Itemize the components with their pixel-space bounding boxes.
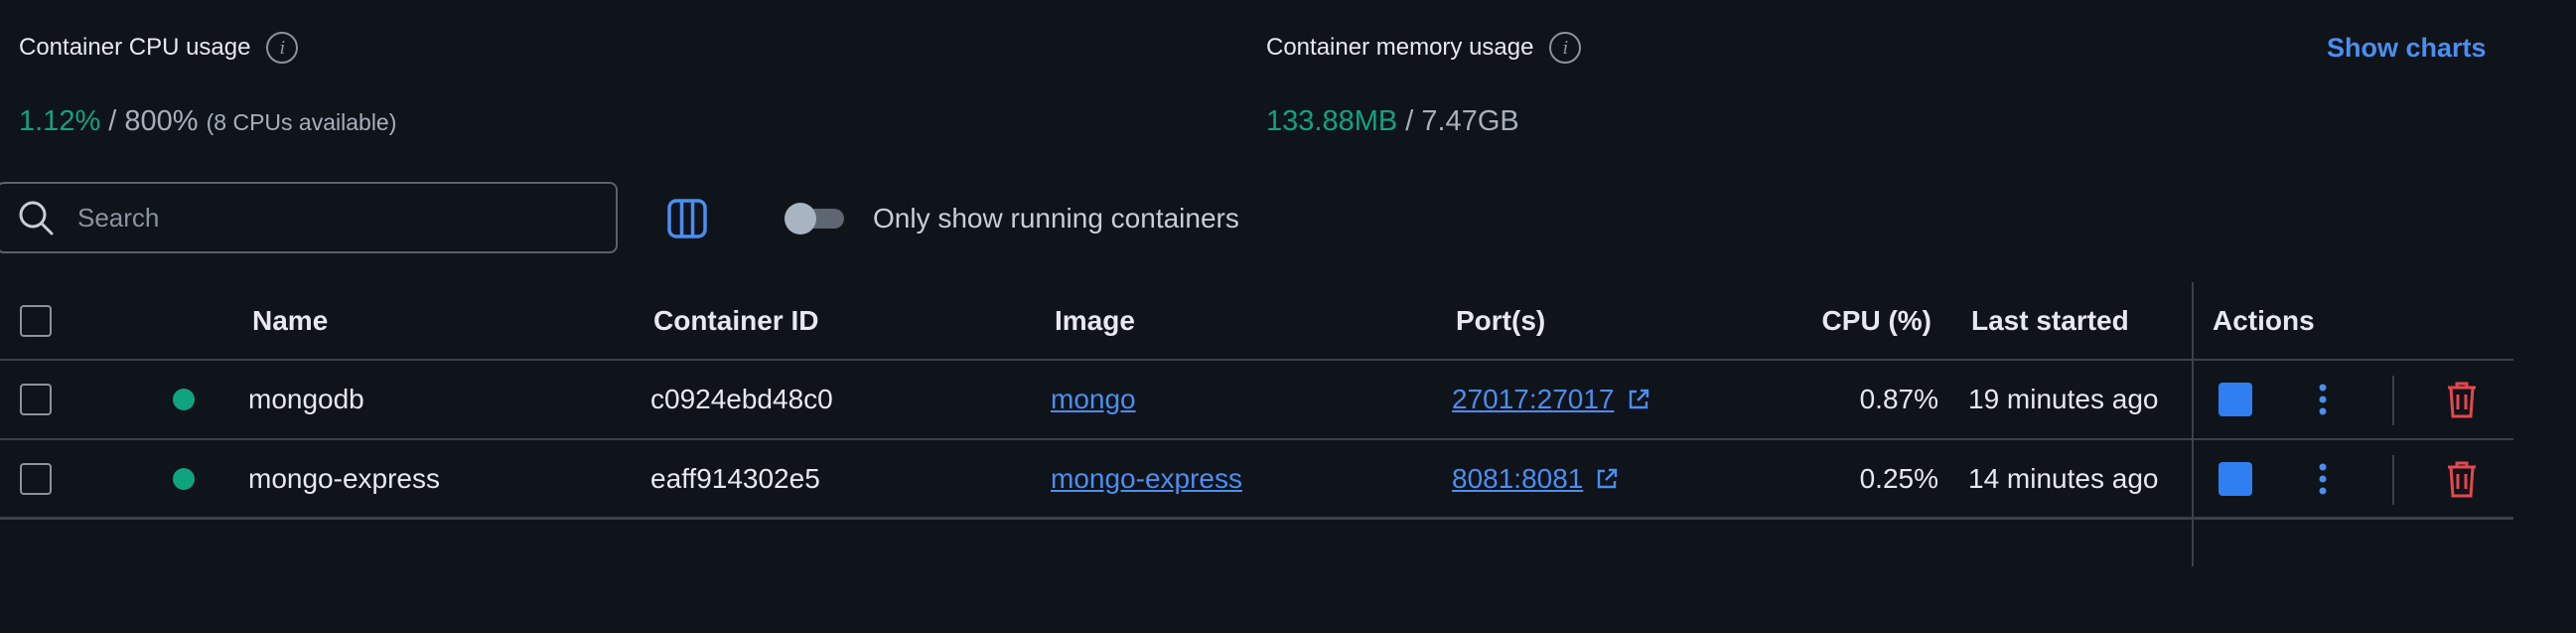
cpu-usage-panel: Container CPU usage i 1.12% / 800% (8 CP… [19, 30, 396, 138]
header-last-started[interactable]: Last started [1971, 282, 2129, 359]
external-link-icon[interactable] [1627, 388, 1650, 411]
kebab-menu-icon[interactable] [2306, 380, 2340, 419]
containers-table: Name Container ID Image Port(s) CPU (%) … [0, 282, 2513, 520]
memory-separator: / [1397, 105, 1422, 137]
actions-column-divider [2192, 282, 2194, 566]
toggle-knob [785, 203, 816, 235]
select-all-checkbox[interactable] [20, 304, 52, 337]
cpu-usage-values: 1.12% / 800% (8 CPUs available) [19, 105, 396, 138]
search-icon [19, 201, 54, 236]
last-started: 14 minutes ago [1968, 462, 2159, 494]
last-started: 19 minutes ago [1968, 384, 2159, 414]
search-input[interactable] [75, 201, 616, 235]
image-link[interactable]: mongo-express [1051, 463, 1242, 495]
cpu-value: 0.25% [1859, 462, 1938, 494]
container-id: c0924ebd48c0 [650, 384, 833, 414]
trash-icon[interactable] [2444, 459, 2480, 499]
memory-usage-title: Container memory usage [1266, 34, 1534, 61]
kebab-menu-icon[interactable] [2306, 459, 2340, 499]
table-row[interactable]: mongo-express eaff914302e5 mongo-express… [0, 440, 2513, 520]
row-checkbox[interactable] [20, 462, 52, 495]
cpu-separator: / [100, 105, 125, 137]
row-checkbox[interactable] [20, 384, 52, 415]
stop-icon[interactable] [2218, 383, 2252, 416]
action-separator [2392, 376, 2394, 425]
table-row[interactable]: mongodb c0924ebd48c0 mongo 27017:27017 0… [0, 361, 2513, 440]
table-header: Name Container ID Image Port(s) CPU (%) … [0, 282, 2513, 361]
trash-icon[interactable] [2444, 380, 2480, 419]
search-box[interactable] [0, 182, 618, 253]
running-status-dot [173, 467, 195, 490]
image-link[interactable]: mongo [1051, 384, 1136, 415]
header-ports[interactable]: Port(s) [1456, 282, 1545, 359]
container-id: eaff914302e5 [650, 462, 820, 494]
external-link-icon[interactable] [1595, 467, 1619, 491]
info-icon[interactable]: i [1549, 32, 1582, 64]
running-toggle[interactable] [785, 203, 844, 235]
containers-page: Container CPU usage i 1.12% / 800% (8 CP… [0, 0, 2576, 633]
running-toggle-label: Only show running containers [873, 203, 1239, 234]
header-image[interactable]: Image [1055, 282, 1135, 359]
port-link[interactable]: 8081:8081 [1452, 463, 1583, 495]
cpu-usage-title: Container CPU usage [19, 34, 251, 61]
columns-icon[interactable] [666, 198, 708, 239]
cpu-used-value: 1.12% [19, 105, 101, 137]
cpu-total-value: 800% [124, 105, 199, 137]
memory-used-value: 133.88MB [1266, 105, 1398, 137]
running-status-dot [173, 389, 195, 410]
info-icon[interactable]: i [266, 32, 299, 64]
header-name[interactable]: Name [252, 282, 328, 359]
stop-icon[interactable] [2218, 461, 2252, 496]
show-charts-button[interactable]: Show charts [2327, 30, 2487, 66]
container-name[interactable]: mongo-express [248, 440, 440, 517]
cpu-value: 0.87% [1859, 384, 1938, 414]
memory-total-value: 7.47GB [1421, 105, 1519, 137]
header-cpu[interactable]: CPU (%) [1822, 282, 1932, 359]
container-name[interactable]: mongodb [248, 361, 364, 438]
cpu-note: (8 CPUs available) [206, 109, 397, 135]
memory-usage-values: 133.88MB / 7.47GB [1266, 105, 1581, 138]
action-separator [2392, 455, 2394, 505]
port-link[interactable]: 27017:27017 [1452, 384, 1615, 415]
header-container-id[interactable]: Container ID [653, 282, 818, 359]
header-actions: Actions [2213, 304, 2315, 336]
memory-usage-panel: Container memory usage i 133.88MB / 7.47… [1266, 30, 1582, 138]
